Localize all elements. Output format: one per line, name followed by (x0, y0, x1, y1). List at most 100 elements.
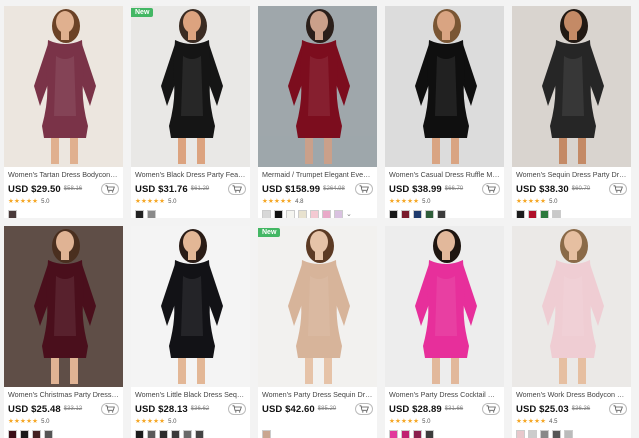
color-swatch[interactable] (274, 210, 283, 218)
color-swatch[interactable] (425, 210, 434, 218)
price-row: USD $158.99 $264.98 (262, 182, 373, 196)
product-info: Women's Christmas Party Dress Velvet USD … (4, 387, 123, 438)
product-card[interactable]: New Women's Black Dress Party Feather Dre… (131, 6, 250, 218)
cart-icon (359, 405, 369, 413)
color-swatch[interactable] (20, 430, 29, 438)
color-swatch[interactable] (516, 430, 525, 438)
color-swatch[interactable] (413, 210, 422, 218)
product-image[interactable] (258, 6, 377, 167)
product-title[interactable]: Women's Party Dress Sequin Dress (262, 390, 373, 400)
color-swatch[interactable] (310, 210, 319, 218)
color-swatches: ⌄ (262, 210, 373, 218)
product-image[interactable] (4, 6, 123, 167)
color-swatch[interactable] (540, 210, 549, 218)
color-swatch[interactable] (298, 210, 307, 218)
color-swatch[interactable] (32, 430, 41, 438)
color-swatch[interactable] (183, 430, 192, 438)
color-swatches (262, 430, 373, 438)
color-swatch[interactable] (389, 430, 398, 438)
add-to-cart-button[interactable] (609, 183, 627, 195)
rating-value: 4.5 (549, 419, 558, 425)
product-title[interactable]: Women's Tartan Dress Bodycon Dress (8, 170, 119, 180)
price-row: USD $42.60 $85.20 (262, 402, 373, 416)
product-title[interactable]: Women's Sequin Dress Party Dress (516, 170, 627, 180)
original-price: $36.36 (571, 406, 591, 412)
rating-stars: ★★★★★ (516, 418, 547, 425)
color-swatch[interactable] (8, 210, 17, 218)
add-to-cart-button[interactable] (482, 403, 500, 415)
product-card[interactable]: Women's Work Dress Bodycon Dress USD $25.… (512, 226, 631, 438)
product-info: Mermaid / Trumpet Elegant Evening Dress U… (258, 167, 377, 218)
color-swatch[interactable] (425, 430, 434, 438)
color-swatch[interactable] (528, 210, 537, 218)
product-image[interactable] (512, 226, 631, 387)
product-title[interactable]: Women's Work Dress Bodycon Dress (516, 390, 627, 400)
color-swatch[interactable] (171, 430, 180, 438)
color-swatch[interactable] (540, 430, 549, 438)
rating: ★★★★★ 5.0 (135, 417, 246, 427)
product-title[interactable]: Women's Black Dress Party Feather Dress (135, 170, 246, 180)
color-swatch[interactable] (195, 430, 204, 438)
add-to-cart-button[interactable] (228, 183, 246, 195)
color-swatch[interactable] (401, 210, 410, 218)
original-price: $85.20 (317, 406, 337, 412)
price-row: USD $28.13 $36.62 (135, 402, 246, 416)
color-swatch[interactable] (564, 430, 573, 438)
product-card[interactable]: Mermaid / Trumpet Elegant Evening Dress U… (258, 6, 377, 218)
product-card[interactable]: New Women's Party Dress Sequin Dress USD $… (258, 226, 377, 438)
product-image[interactable] (512, 6, 631, 167)
product-card[interactable]: Women's Little Black Dress Sequin Dress U… (131, 226, 250, 438)
add-to-cart-button[interactable] (355, 183, 373, 195)
product-image[interactable] (131, 226, 250, 387)
color-swatch[interactable] (135, 430, 144, 438)
product-info: Women's Tartan Dress Bodycon Dress USD $2… (4, 167, 123, 218)
rating-value: 5.0 (168, 199, 177, 205)
product-title[interactable]: Women's Christmas Party Dress Velvet (8, 390, 119, 400)
product-image[interactable]: New (131, 6, 250, 167)
product-card[interactable]: Women's Party Dress Cocktail Dress USD $2… (385, 226, 504, 438)
product-title[interactable]: Mermaid / Trumpet Elegant Evening Dress (262, 170, 373, 180)
cart-icon (486, 185, 496, 193)
product-card[interactable]: Women's Casual Dress Ruffle Mini Dress US… (385, 6, 504, 218)
product-image[interactable]: New (258, 226, 377, 387)
add-to-cart-button[interactable] (482, 183, 500, 195)
color-swatch[interactable] (552, 430, 561, 438)
color-swatch[interactable] (135, 210, 144, 218)
product-image[interactable] (385, 226, 504, 387)
color-swatch[interactable] (262, 430, 271, 438)
color-swatch[interactable] (159, 430, 168, 438)
color-swatch[interactable] (437, 210, 446, 218)
rating-stars: ★★★★★ (135, 198, 166, 205)
product-image[interactable] (4, 226, 123, 387)
color-swatch[interactable] (334, 210, 343, 218)
color-swatch[interactable] (516, 210, 525, 218)
color-swatch[interactable] (413, 430, 422, 438)
add-to-cart-button[interactable] (609, 403, 627, 415)
color-swatch[interactable] (552, 210, 561, 218)
color-swatch[interactable] (401, 430, 410, 438)
product-image[interactable] (385, 6, 504, 167)
color-swatch[interactable] (262, 210, 271, 218)
original-price: $58.16 (63, 186, 83, 192)
add-to-cart-button[interactable] (355, 403, 373, 415)
add-to-cart-button[interactable] (228, 403, 246, 415)
price-row: USD $38.30 $60.70 (516, 182, 627, 196)
color-swatch[interactable] (8, 430, 17, 438)
product-card[interactable]: Women's Christmas Party Dress Velvet USD … (4, 226, 123, 438)
color-swatch[interactable] (44, 430, 53, 438)
color-swatch[interactable] (389, 210, 398, 218)
more-colors-chevron-icon[interactable]: ⌄ (346, 211, 352, 219)
color-swatch[interactable] (147, 210, 156, 218)
color-swatch[interactable] (286, 210, 295, 218)
product-title[interactable]: Women's Little Black Dress Sequin Dress (135, 390, 246, 400)
product-title[interactable]: Women's Casual Dress Ruffle Mini Dress (389, 170, 500, 180)
color-swatch[interactable] (322, 210, 331, 218)
add-to-cart-button[interactable] (101, 403, 119, 415)
product-card[interactable]: Women's Tartan Dress Bodycon Dress USD $2… (4, 6, 123, 218)
product-card[interactable]: Women's Sequin Dress Party Dress USD $38.… (512, 6, 631, 218)
color-swatch[interactable] (147, 430, 156, 438)
new-badge: New (131, 8, 154, 17)
product-title[interactable]: Women's Party Dress Cocktail Dress (389, 390, 500, 400)
add-to-cart-button[interactable] (101, 183, 119, 195)
color-swatch[interactable] (528, 430, 537, 438)
